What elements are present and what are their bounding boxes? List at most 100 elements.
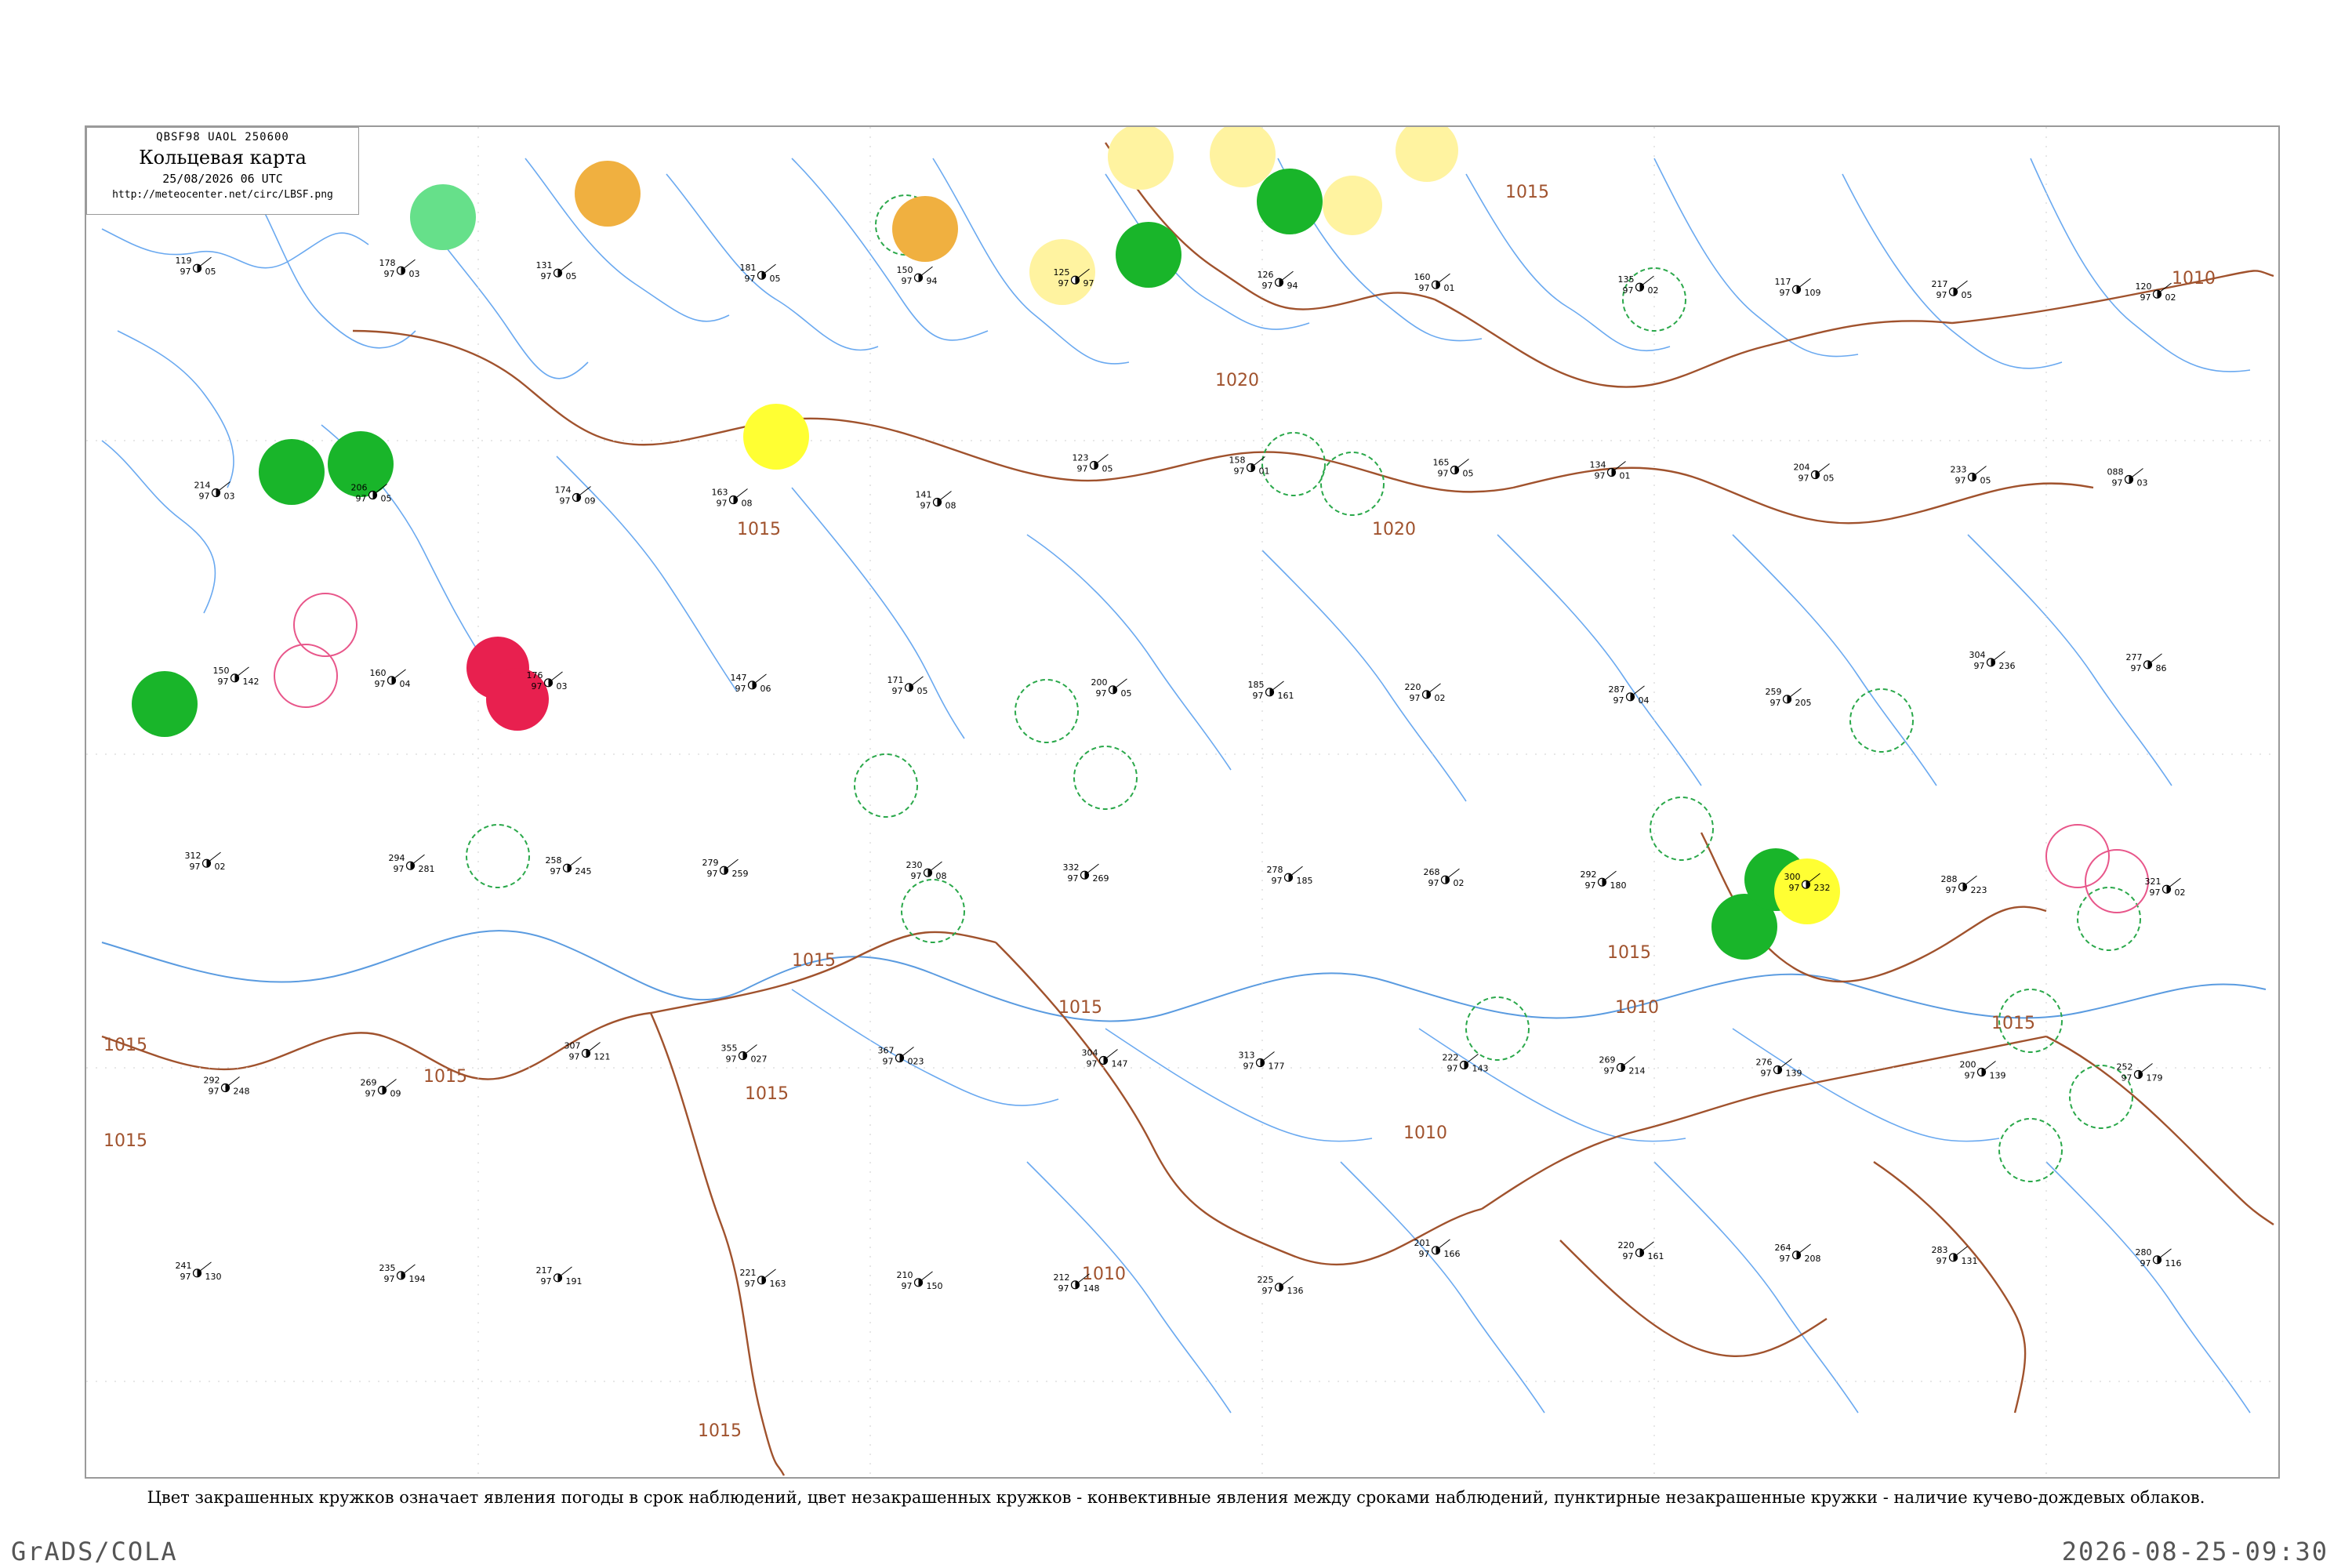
isobar-label: 1015 [745,1084,789,1104]
station-t: 119 [176,256,192,266]
station-p: 180 [1610,880,1627,891]
stations-layer: 11997 0517897 0313197 0518197 0515097 9412597… [176,256,2186,1296]
station-p: 166 [1444,1249,1461,1259]
station-t: 185 [1248,680,1265,690]
station-plot: 16097 01 [1414,272,1455,293]
station-t: 123 [1073,453,1089,463]
station-plot: 23097 08 [906,860,947,881]
station-td: 97 [902,276,913,286]
station-p: 04 [1639,695,1650,706]
station-p: 131 [1962,1256,1978,1266]
station-t: 176 [527,670,543,681]
station-t: 278 [1267,865,1283,875]
station-t: 088 [2107,467,2124,477]
station-plot: 35597 027 [721,1044,768,1065]
station-plot: 21797 05 [1932,279,1973,300]
station-td: 97 [394,864,405,874]
map-title: Кольцевая карта [139,147,307,169]
river [1653,1161,1859,1414]
station-plot: 22197 163 [740,1268,786,1289]
station-p: 03 [557,681,568,691]
station-t: 230 [906,860,923,870]
station-p: 223 [1971,885,1987,895]
river [1105,1028,1373,1142]
station-t: 304 [1082,1048,1098,1058]
station-plot: 12097 02 [2136,281,2176,303]
isobar-label: 1010 [1403,1123,1447,1143]
station-t: 150 [897,265,913,275]
station-td: 97 [356,494,367,504]
station-p: 208 [1805,1254,1821,1264]
station-p: 191 [566,1276,583,1287]
station-p: 05 [205,267,216,277]
cb-circle [1073,746,1138,810]
station-plot: 16597 05 [1433,458,1474,479]
station-t: 206 [351,483,368,493]
river [791,487,965,739]
station-p: 109 [1805,288,1821,298]
station-td: 97 [199,492,210,502]
station-p: 139 [1990,1071,2006,1081]
station-p: 161 [1278,691,1294,701]
station-t: 120 [2136,281,2152,292]
station-td: 97 [1419,1249,1430,1259]
station-t: 158 [1229,456,1246,466]
station-td: 97 [532,681,543,691]
isobar-label: 1015 [1991,1014,2035,1033]
cb-circle [2077,887,2141,951]
river [1497,534,1702,786]
coast-layer [101,930,2267,1022]
river [1465,173,1671,352]
rain-circle [259,439,325,505]
station-plot: 29497 281 [389,853,435,874]
rain-circle [1257,169,1323,234]
legend-footnote: Цвет закрашенных кружков означает явлени… [147,1488,2205,1507]
station-t: 332 [1063,862,1080,873]
station-plot: 16097 04 [370,668,411,689]
station-t: 241 [176,1261,192,1271]
station-plot: 31397 177 [1239,1051,1285,1072]
station-p: 08 [936,871,947,881]
source-url[interactable]: http://meteocenter.net/circ/LBSF.png [87,189,358,201]
isobar-label: 1015 [698,1421,742,1441]
station-t: 225 [1258,1275,1274,1285]
station-p: 05 [381,494,392,504]
station-p: 214 [1629,1066,1646,1076]
station-plot: 26897 02 [1424,867,1465,888]
station-td: 97 [1623,1251,1634,1261]
station-td: 97 [1272,876,1283,886]
station-p: 08 [742,499,753,509]
station-t: 201 [1414,1238,1431,1248]
station-t: 217 [1932,279,1948,289]
station-plot: 16397 08 [712,488,753,509]
station-td: 97 [1077,464,1088,474]
station-p: 02 [215,862,226,872]
river [1026,534,1232,771]
station-td: 97 [1955,476,1966,486]
station-td: 97 [2131,663,2142,673]
isobar [869,423,1514,493]
isobar-label: 1015 [103,1036,147,1055]
station-plot: 25997 205 [1766,687,1812,708]
station-plot: 26997 09 [361,1078,401,1099]
station-p: 97 [1083,278,1094,289]
station-t: 292 [1581,869,1597,880]
station-t: 160 [1414,272,1431,282]
station-plot: 17197 05 [887,675,928,696]
station-td: 97 [1770,698,1781,708]
station-t: 312 [185,851,201,861]
station-p: 02 [2175,887,2186,898]
station-plot: 20097 139 [1960,1060,2006,1081]
station-plot: 17697 03 [527,670,568,691]
isobar [1873,1161,2027,1414]
station-t: 287 [1609,684,1625,695]
cb-circle [1650,797,1714,861]
station-plot: 26497 208 [1775,1243,1821,1264]
station-td: 97 [1262,281,1273,291]
station-td: 97 [745,274,756,284]
station-td: 97 [218,677,229,687]
station-p: 05 [1121,688,1132,699]
station-p: 179 [2147,1073,2163,1083]
station-plot: 18197 05 [740,263,781,284]
isobar-label: 1015 [1607,943,1651,963]
